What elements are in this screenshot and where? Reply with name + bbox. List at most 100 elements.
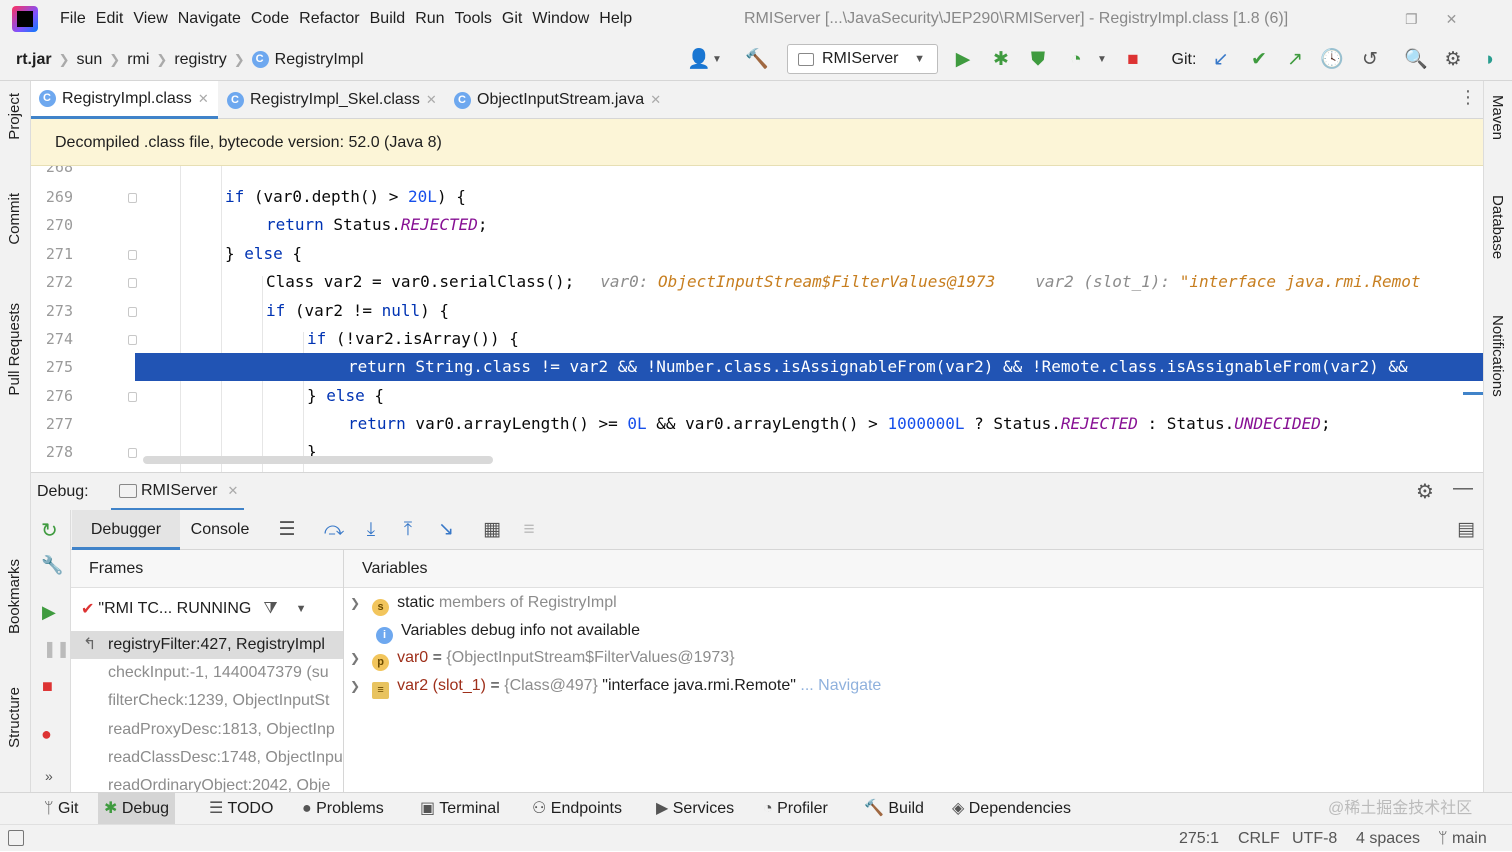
- tab-registryimpl-skel-class[interactable]: RegistryImpl_Skel.class ✕: [219, 81, 445, 119]
- profile-icon[interactable]: ◔: [1063, 38, 1089, 81]
- menu-lines-icon[interactable]: ☰: [274, 510, 300, 550]
- menu-navigate[interactable]: Navigate: [178, 0, 251, 38]
- tab-console[interactable]: Console: [185, 510, 255, 550]
- frame-item[interactable]: readClassDesc:1748, ObjectInpu: [71, 744, 343, 772]
- debug-bug-icon[interactable]: ✱: [988, 38, 1014, 81]
- wrench-icon[interactable]: 🔧: [41, 555, 63, 576]
- chevron-right-icon[interactable]: ❯: [350, 651, 360, 665]
- tool-build[interactable]: 🔨 Build: [858, 793, 930, 825]
- chevron-down-icon[interactable]: ▼: [704, 38, 730, 81]
- step-out-icon[interactable]: ⤒: [395, 510, 421, 550]
- layout-toggle-icon[interactable]: [8, 830, 24, 846]
- step-into-icon[interactable]: ⤓: [358, 510, 384, 550]
- frame-item[interactable]: ↰ registryFilter:427, RegistryImpl: [71, 631, 343, 659]
- restore-icon[interactable]: ❐: [1405, 11, 1418, 28]
- code-editor[interactable]: 268 269 270 271 272 273 274 275 276 277 …: [31, 166, 1483, 472]
- layout-icon[interactable]: ▤: [1453, 510, 1479, 550]
- tool-services[interactable]: ▶ Services: [650, 793, 740, 825]
- menu-code[interactable]: Code: [251, 0, 299, 38]
- tool-problems[interactable]: ● Problems: [296, 793, 390, 825]
- close-icon[interactable]: ✕: [426, 92, 437, 108]
- breakpoints-icon[interactable]: ●: [41, 724, 52, 745]
- tool-profiler[interactable]: ◔ Profiler: [757, 793, 834, 825]
- rerun-icon[interactable]: ↻: [41, 518, 58, 543]
- run-configuration-select[interactable]: RMIServer ▼: [787, 44, 938, 74]
- tool-structure[interactable]: Structure: [6, 687, 23, 748]
- tool-maven[interactable]: Maven: [1489, 95, 1506, 140]
- menu-window[interactable]: Window: [532, 0, 599, 38]
- frame-item[interactable]: readProxyDesc:1813, ObjectInp: [71, 716, 343, 744]
- git-update-icon[interactable]: ↙: [1208, 38, 1234, 81]
- menu-run[interactable]: Run: [415, 0, 454, 38]
- git-commit-icon[interactable]: ✔: [1246, 38, 1272, 81]
- menu-view[interactable]: View: [133, 0, 177, 38]
- thread-selector[interactable]: ✔ "RMI TC... RUNNING ⧩ ▼: [71, 594, 343, 624]
- git-branch[interactable]: ᛘ main: [1438, 825, 1487, 852]
- tool-debug[interactable]: ✱ Debug: [98, 793, 176, 825]
- indent-setting[interactable]: 4 spaces: [1356, 825, 1420, 852]
- run-to-cursor-icon[interactable]: ↘: [433, 510, 459, 550]
- line-separator[interactable]: CRLF: [1238, 825, 1280, 852]
- frame-item[interactable]: readOrdinaryObject:2042, Obje: [71, 772, 343, 792]
- gear-icon[interactable]: ⚙: [1416, 479, 1434, 504]
- rollback-icon[interactable]: ↺: [1357, 38, 1383, 81]
- menu-edit[interactable]: Edit: [96, 0, 134, 38]
- close-icon[interactable]: ✕: [227, 483, 238, 499]
- horizontal-scrollbar[interactable]: [143, 456, 493, 464]
- pause-icon[interactable]: ❚❚: [43, 639, 70, 659]
- tool-endpoints[interactable]: ⚇ Endpoints: [526, 793, 628, 825]
- variable-var0[interactable]: ❯ p var0 = {ObjectInputStream$FilterValues…: [350, 644, 735, 672]
- debug-session-tab[interactable]: RMIServer ✕: [111, 473, 245, 511]
- chevron-right-icon[interactable]: ❯: [350, 596, 360, 610]
- more-icon[interactable]: »: [45, 768, 53, 784]
- frame-item[interactable]: filterCheck:1239, ObjectInputSt: [71, 687, 343, 715]
- frame-item[interactable]: checkInput:-1, 1440047379 (su: [71, 659, 343, 687]
- chevron-down-icon[interactable]: ▼: [296, 603, 307, 615]
- tool-bookmarks[interactable]: Bookmarks: [6, 559, 23, 634]
- variable-static[interactable]: ❯ s static members of RegistryImpl: [350, 589, 617, 617]
- menu-file[interactable]: File: [60, 0, 96, 38]
- menu-help[interactable]: Help: [599, 0, 642, 38]
- variable-var2[interactable]: ❯ ≡ var2 (slot_1) = {Class@497} "interface…: [350, 672, 881, 700]
- evaluate-icon[interactable]: ▦: [479, 510, 505, 550]
- git-push-icon[interactable]: ↗: [1282, 38, 1308, 81]
- gear-icon[interactable]: ⚙: [1440, 38, 1466, 81]
- tool-dependencies[interactable]: ◈ Dependencies: [946, 793, 1077, 825]
- menu-refactor[interactable]: Refactor: [299, 0, 369, 38]
- filter-icon[interactable]: ⧩: [263, 600, 277, 618]
- coverage-icon[interactable]: ⛊: [1025, 38, 1051, 81]
- tab-objectinputstream-java[interactable]: ObjectInputStream.java ✕: [446, 81, 678, 119]
- more-vertical-icon[interactable]: ⋮: [1459, 87, 1477, 108]
- run-icon[interactable]: ▶: [950, 38, 976, 81]
- tool-notifications[interactable]: Notifications: [1489, 315, 1506, 397]
- tool-commit[interactable]: Commit: [6, 193, 23, 245]
- file-encoding[interactable]: UTF-8: [1292, 825, 1337, 852]
- chevron-down-icon[interactable]: ▼: [1089, 38, 1115, 81]
- close-icon[interactable]: ✕: [198, 91, 209, 107]
- tool-git[interactable]: ᛘ Git: [38, 793, 85, 825]
- stop-icon[interactable]: ■: [1120, 38, 1146, 81]
- resume-icon[interactable]: ▶: [42, 602, 56, 623]
- close-icon[interactable]: ✕: [650, 92, 661, 108]
- tab-debugger[interactable]: Debugger: [72, 510, 180, 550]
- history-icon[interactable]: 🕓: [1319, 38, 1345, 81]
- stop-icon[interactable]: ■: [42, 676, 53, 697]
- navigate-link[interactable]: ... Navigate: [796, 677, 881, 694]
- plugin-icon[interactable]: ◗: [1477, 38, 1503, 81]
- menu-build[interactable]: Build: [370, 0, 416, 38]
- caret-position[interactable]: 275:1: [1179, 825, 1219, 852]
- trace-icon[interactable]: ≡: [516, 510, 542, 550]
- menu-tools[interactable]: Tools: [455, 0, 502, 38]
- step-over-icon[interactable]: ⤼: [321, 510, 347, 550]
- chevron-right-icon[interactable]: ❯: [350, 679, 360, 693]
- tool-database[interactable]: Database: [1489, 195, 1506, 259]
- tool-pull-requests[interactable]: Pull Requests: [6, 303, 23, 396]
- tool-todo[interactable]: ☰ TODO: [203, 793, 279, 825]
- build-hammer-icon[interactable]: 🔨: [744, 38, 770, 81]
- close-window-icon[interactable]: ✕: [1446, 11, 1458, 28]
- menu-git[interactable]: Git: [502, 0, 532, 38]
- tool-terminal[interactable]: ▣ Terminal: [414, 793, 506, 825]
- tool-project[interactable]: Project: [6, 93, 23, 140]
- tab-registryimpl-class[interactable]: RegistryImpl.class ✕: [31, 81, 218, 119]
- search-icon[interactable]: 🔍: [1403, 38, 1429, 81]
